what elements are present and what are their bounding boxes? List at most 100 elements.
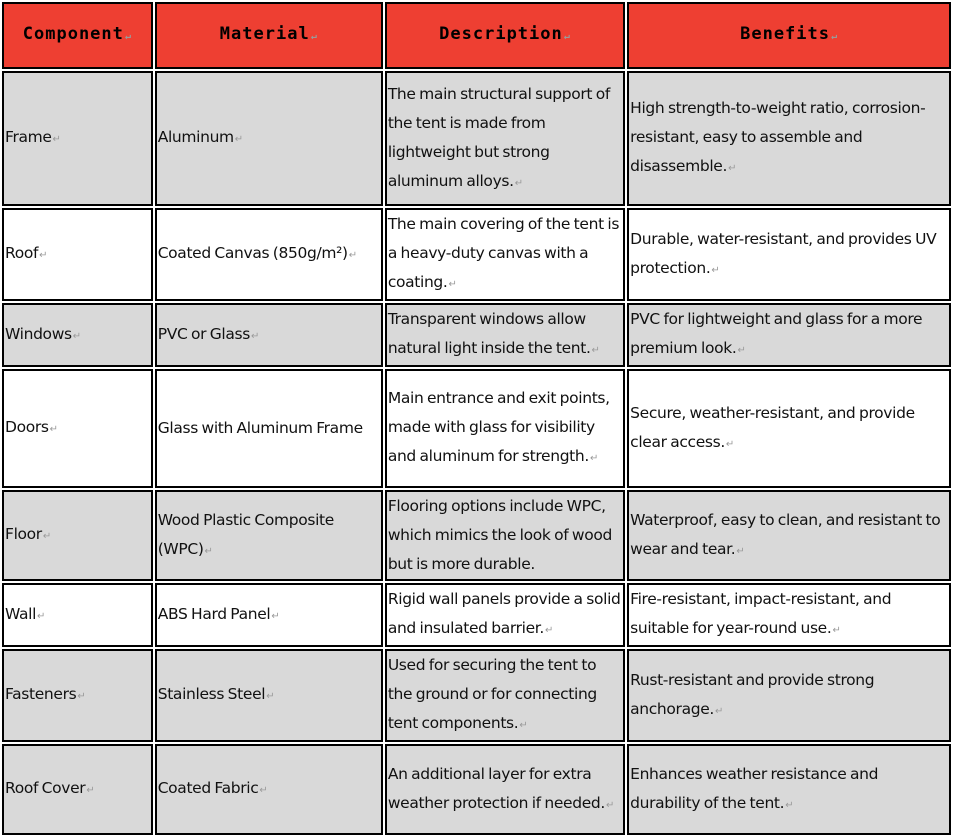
cell-text: An additional layer for extra weather pr…	[387, 764, 605, 812]
paragraph-mark-icon: ↵	[37, 610, 46, 622]
cell-text: Wood Plastic Composite (WPC)	[157, 510, 335, 558]
paragraph-mark-icon: ↵	[514, 177, 523, 189]
cell-benefits: PVC for lightweight and glass for a more…	[627, 303, 951, 367]
table-row: Roof↵ Coated Canvas (850g/m²)↵ The main …	[2, 208, 951, 301]
paragraph-mark-icon: ↵	[124, 31, 132, 42]
tent-components-table: Component↵ Material↵ Description↵ Benefi…	[0, 0, 953, 837]
cell-text: ABS Hard Panel	[157, 604, 271, 623]
cell-text: Doors	[5, 418, 49, 436]
header-label: Component	[22, 24, 124, 44]
header-material: Material↵	[154, 2, 383, 69]
paragraph-mark-icon: ↵	[42, 531, 51, 542]
cell-description: Flooring options include WPC, which mimi…	[384, 490, 626, 581]
cell-material: Wood Plastic Composite (WPC)↵	[154, 490, 383, 581]
cell-text: PVC or Glass	[157, 324, 251, 343]
paragraph-mark-icon: ↵	[271, 610, 280, 622]
cell-benefits: Enhances weather resistance and durabili…	[627, 744, 951, 835]
paragraph-mark-icon: ↵	[544, 625, 553, 636]
cell-description: Rigid wall panels provide a solid and in…	[384, 583, 626, 647]
paragraph-mark-icon: ↵	[266, 691, 275, 702]
cell-material: Stainless Steel↵	[154, 649, 383, 742]
paragraph-mark-icon: ↵	[832, 625, 841, 636]
table-body: Frame↵ Aluminum↵ The main structural sup…	[2, 71, 951, 835]
cell-benefits: Durable, water-resistant, and provides U…	[627, 208, 951, 301]
paragraph-mark-icon: ↵	[519, 720, 528, 731]
table-row: Floor↵ Wood Plastic Composite (WPC)↵ Flo…	[2, 490, 951, 581]
cell-component: Floor↵	[2, 490, 153, 581]
cell-description: Used for securing the tent to the ground…	[384, 649, 626, 742]
cell-component: Doors↵	[2, 369, 153, 488]
cell-component: Roof Cover↵	[2, 744, 153, 835]
cell-text: Roof	[5, 244, 39, 262]
header-row: Component↵ Material↵ Description↵ Benefi…	[2, 2, 951, 69]
cell-benefits: High strength-to-weight ratio, corrosion…	[627, 71, 951, 206]
cell-text: Coated Fabric	[157, 779, 259, 797]
paragraph-mark-icon: ↵	[725, 438, 734, 450]
cell-component: Fasteners↵	[2, 649, 153, 742]
header-label: Benefits	[740, 24, 830, 44]
paragraph-mark-icon: ↵	[234, 134, 243, 145]
paragraph-mark-icon: ↵	[711, 264, 720, 276]
paragraph-mark-icon: ↵	[448, 279, 457, 290]
header-component: Component↵	[2, 2, 153, 69]
cell-component: Frame↵	[2, 71, 153, 206]
paragraph-mark-icon: ↵	[737, 345, 746, 356]
paragraph-mark-icon: ↵	[204, 545, 213, 557]
cell-text: Secure, weather-resistant, and provide c…	[630, 403, 915, 451]
paragraph-mark-icon: ↵	[563, 31, 571, 42]
paragraph-mark-icon: ↵	[52, 134, 61, 145]
paragraph-mark-icon: ↵	[77, 691, 86, 702]
cell-text: Frame	[5, 128, 52, 146]
paragraph-mark-icon: ↵	[831, 31, 839, 42]
cell-description: The main covering of the tent is a heavy…	[384, 208, 626, 301]
paragraph-mark-icon: ↵	[589, 453, 598, 464]
cell-text: Floor	[5, 525, 42, 543]
cell-text: Main entrance and exit points, made with…	[387, 389, 610, 465]
paragraph-mark-icon: ↵	[72, 330, 81, 342]
cell-text: Flooring options include WPC, which mimi…	[387, 497, 613, 573]
cell-material: PVC or Glass↵	[154, 303, 383, 367]
cell-text: Stainless Steel	[157, 685, 266, 703]
cell-text: Waterproof, easy to clean, and resistant…	[630, 510, 941, 558]
cell-text: Fire-resistant, impact-resistant, and su…	[630, 590, 892, 637]
header-benefits: Benefits↵	[627, 2, 951, 69]
paragraph-mark-icon: ↵	[310, 31, 318, 42]
cell-material: Coated Fabric↵	[154, 744, 383, 835]
cell-component: Windows↵	[2, 303, 153, 367]
table-row: Wall↵ ABS Hard Panel↵ Rigid wall panels …	[2, 583, 951, 647]
cell-benefits: Waterproof, easy to clean, and resistant…	[627, 490, 951, 581]
cell-text: The main covering of the tent is a heavy…	[387, 215, 620, 291]
paragraph-mark-icon: ↵	[728, 163, 737, 174]
cell-text: Durable, water-resistant, and provides U…	[630, 229, 937, 277]
paragraph-mark-icon: ↵	[736, 545, 745, 557]
table-row: Roof Cover↵ Coated Fabric↵ An additional…	[2, 744, 951, 835]
cell-text: Aluminum	[157, 128, 234, 146]
header-label: Description	[439, 24, 563, 44]
cell-text: Roof Cover	[5, 779, 86, 797]
cell-benefits: Secure, weather-resistant, and provide c…	[627, 369, 951, 488]
paragraph-mark-icon: ↵	[86, 785, 95, 796]
cell-component: Wall↵	[2, 583, 153, 647]
paragraph-mark-icon: ↵	[259, 785, 268, 796]
table-row: Fasteners↵ Stainless Steel↵ Used for sec…	[2, 649, 951, 742]
cell-text: High strength-to-weight ratio, corrosion…	[630, 99, 926, 175]
cell-text: Windows	[5, 324, 72, 343]
header-label: Material	[219, 24, 310, 44]
paragraph-mark-icon: ↵	[785, 799, 794, 811]
cell-text: Glass with Aluminum Frame	[157, 419, 363, 437]
table-row: Windows↵ PVC or Glass↵ Transparent windo…	[2, 303, 951, 367]
cell-text: Used for securing the tent to the ground…	[387, 656, 597, 732]
paragraph-mark-icon: ↵	[49, 424, 58, 435]
cell-text: Enhances weather resistance and durabili…	[630, 764, 879, 812]
paragraph-mark-icon: ↵	[39, 250, 48, 261]
header-description: Description↵	[384, 2, 626, 69]
cell-description: The main structural support of the tent …	[384, 71, 626, 206]
cell-description: An additional layer for extra weather pr…	[384, 744, 626, 835]
cell-benefits: Rust-resistant and provide strong anchor…	[627, 649, 951, 742]
paragraph-mark-icon: ↵	[348, 250, 357, 261]
cell-material: Coated Canvas (850g/m²)↵	[154, 208, 383, 301]
cell-text: Rigid wall panels provide a solid and in…	[387, 590, 621, 637]
paragraph-mark-icon: ↵	[714, 705, 723, 717]
cell-text: Fasteners	[5, 685, 77, 703]
cell-text: Coated Canvas (850g/m²)	[157, 244, 348, 262]
